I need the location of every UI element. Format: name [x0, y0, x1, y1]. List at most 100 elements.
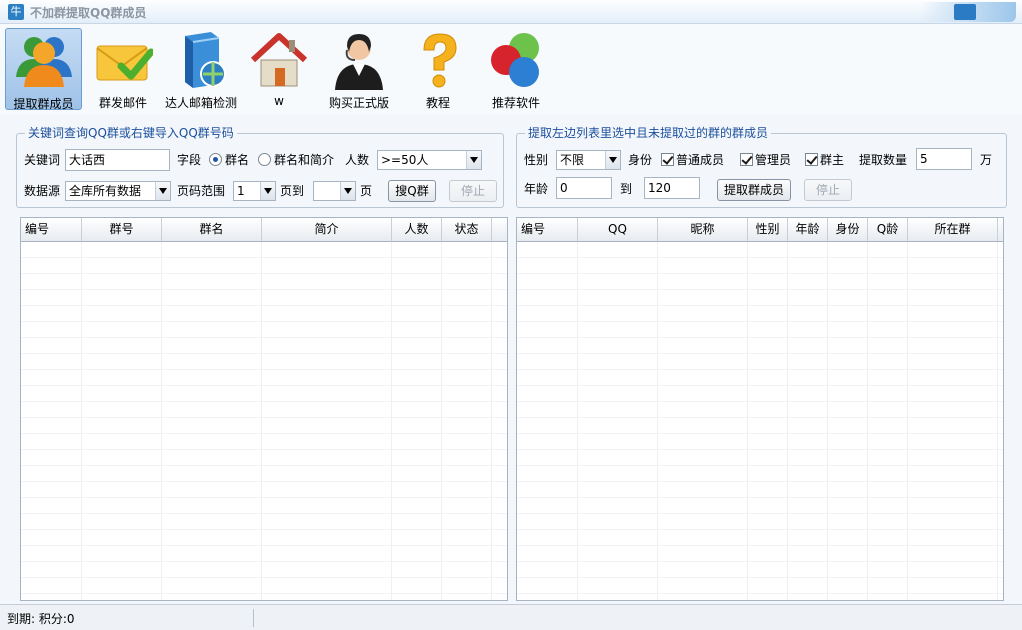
age-to-label: 到 [620, 182, 633, 196]
tool-label: 提取群成员 [13, 97, 74, 111]
col-line [787, 242, 788, 600]
col-line [441, 242, 442, 600]
members-table-body[interactable] [517, 242, 1003, 600]
window-control-area[interactable] [920, 2, 1016, 22]
tool-buy-full[interactable]: 购买正式版 [320, 28, 398, 110]
extract-unit-label: 万 [980, 153, 993, 167]
groups-table-body[interactable] [21, 242, 507, 600]
extract-members-button[interactable]: 提取群成员 [717, 179, 791, 201]
column-header[interactable]: 所在群 [908, 218, 998, 242]
page-from-select[interactable]: 1 [233, 181, 276, 201]
column-header[interactable]: 编号 [517, 218, 578, 242]
column-header-filler [998, 218, 1003, 242]
checkbox-normal[interactable] [661, 153, 674, 166]
window-title: 不加群提取QQ群成员 [30, 6, 147, 20]
status-separator [253, 609, 254, 627]
checkbox-admin[interactable] [740, 153, 753, 166]
chevron-down-icon[interactable] [260, 182, 275, 200]
support-agent-icon [335, 34, 383, 90]
tool-extract-members[interactable]: 提取群成员 [5, 28, 82, 111]
tool-home[interactable]: w [246, 28, 312, 110]
source-label: 数据源 [24, 184, 61, 198]
groups-table-header: 编号 群号 群名 简介 人数 状态 [21, 218, 507, 242]
checkbox-owner[interactable] [805, 153, 818, 166]
column-header[interactable]: QQ [578, 218, 658, 242]
question-mark-icon [423, 33, 457, 88]
check-normal-label: 普通成员 [676, 153, 725, 167]
tool-recommended[interactable]: 推荐软件 [482, 28, 550, 110]
col-line [997, 242, 998, 600]
column-header[interactable]: 年龄 [788, 218, 828, 242]
keyword-input[interactable]: 大话西 [65, 149, 170, 171]
status-text: 到期: 积分:0 [7, 612, 75, 626]
column-header[interactable]: 性别 [748, 218, 788, 242]
table-row-lines [21, 242, 507, 600]
extract-count-label: 提取数量 [859, 153, 908, 167]
col-line [827, 242, 828, 600]
source-select[interactable]: 全库所有数据 [65, 181, 171, 201]
radio-name-desc-label: 群名和简介 [274, 153, 335, 167]
col-line [491, 242, 492, 600]
status-bar: 到期: 积分:0 [0, 604, 1022, 630]
radio-name-label: 群名 [225, 153, 250, 167]
stop-search-button[interactable]: 停止 [449, 180, 497, 202]
page-to-select[interactable] [313, 181, 356, 201]
chevron-down-icon[interactable] [605, 151, 620, 169]
identity-label: 身份 [628, 153, 653, 167]
field-label: 字段 [177, 153, 202, 167]
chevron-down-icon[interactable] [466, 151, 481, 169]
gender-select[interactable]: 不限 [556, 150, 621, 170]
users-icon [15, 37, 72, 87]
extract-count-input[interactable]: 5 [916, 148, 972, 170]
tool-email-check[interactable]: 达人邮箱检测 [160, 28, 242, 110]
gender-label: 性别 [524, 153, 549, 167]
table-row-lines [517, 242, 1003, 600]
radio-name[interactable] [209, 153, 222, 166]
stop-extract-button[interactable]: 停止 [804, 179, 852, 201]
column-header[interactable]: 群名 [162, 218, 262, 242]
chevron-down-icon[interactable] [340, 182, 355, 200]
col-line [261, 242, 262, 600]
column-header[interactable]: 简介 [262, 218, 392, 242]
tool-label: 购买正式版 [328, 96, 389, 110]
count-label: 人数 [345, 153, 370, 167]
column-header[interactable]: 人数 [392, 218, 442, 242]
house-icon [250, 33, 308, 87]
tool-label: 群发邮件 [98, 96, 147, 110]
gender-select-value: 不限 [560, 153, 585, 167]
page-from-value: 1 [237, 184, 245, 198]
groups-table[interactable]: 编号 群号 群名 简介 人数 状态 [20, 217, 508, 601]
radio-name-desc[interactable] [258, 153, 271, 166]
search-groups-button[interactable]: 搜Q群 [388, 180, 436, 202]
members-table[interactable]: 编号 QQ 昵称 性别 年龄 身份 Q龄 所在群 [516, 217, 1004, 601]
source-select-value: 全库所有数据 [69, 184, 142, 198]
check-admin-label: 管理员 [755, 153, 792, 167]
app-icon: 牛 [8, 4, 24, 20]
age-to-input[interactable]: 120 [644, 177, 700, 199]
column-header-filler [492, 218, 507, 242]
tool-tutorial[interactable]: 教程 [410, 28, 466, 110]
extract-members-group-title: 提取左边列表里选中且未提取过的群的群成员 [525, 126, 772, 140]
col-line [907, 242, 908, 600]
color-circles-icon [491, 33, 539, 87]
col-line [391, 242, 392, 600]
chevron-down-icon[interactable] [155, 182, 170, 200]
count-select[interactable]: >=50人 [377, 150, 482, 170]
column-header[interactable]: 状态 [442, 218, 492, 242]
page-suffix-label: 页 [360, 184, 373, 198]
title-bar: 牛 不加群提取QQ群成员 [0, 0, 1022, 24]
tool-label: 达人邮箱检测 [164, 96, 237, 110]
keyword-label: 关键词 [24, 153, 61, 167]
col-line [577, 242, 578, 600]
tool-mass-mail[interactable]: 群发邮件 [88, 28, 158, 110]
column-header[interactable]: 群号 [82, 218, 162, 242]
col-line [747, 242, 748, 600]
column-header[interactable]: Q龄 [868, 218, 908, 242]
skin-icon[interactable] [954, 4, 976, 20]
column-header[interactable]: 昵称 [658, 218, 748, 242]
column-header[interactable]: 身份 [828, 218, 868, 242]
column-header[interactable]: 编号 [21, 218, 82, 242]
page-to-label: 页到 [280, 184, 305, 198]
check-owner-label: 群主 [820, 153, 845, 167]
age-from-input[interactable]: 0 [556, 177, 612, 199]
